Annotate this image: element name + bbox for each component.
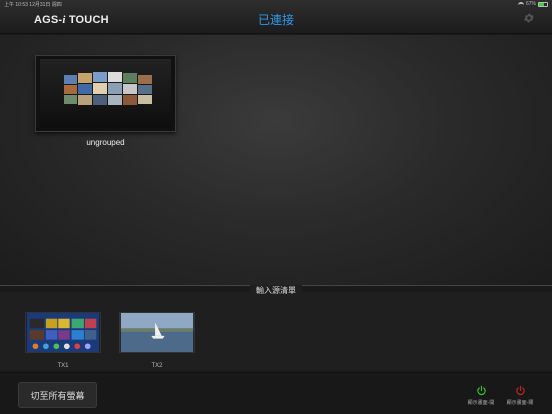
- status-time-date: 上午 10:53 12月31日 週四: [4, 2, 62, 8]
- display-on-label: 顯示畫面-開: [467, 400, 495, 406]
- source-label: TX1: [57, 363, 69, 369]
- source-item-tx2[interactable]: TX2: [119, 312, 195, 369]
- battery-percent: 67%: [525, 1, 536, 7]
- source-panel: TX1 TX2: [0, 292, 552, 370]
- power-off-icon: [515, 385, 525, 396]
- display-off-label: 顯示畫面-關: [506, 400, 534, 406]
- switch-all-screens-button[interactable]: 切至所有螢幕: [18, 382, 97, 408]
- gear-icon[interactable]: [523, 12, 535, 24]
- source-item-tx1[interactable]: TX1: [25, 312, 101, 369]
- group-card-ungrouped[interactable]: [35, 55, 176, 132]
- source-label: TX2: [151, 363, 163, 369]
- source-list-header: 輸入源清單: [0, 280, 552, 298]
- tx2-thumbnail: [119, 312, 195, 353]
- connection-status: 已連接: [257, 13, 294, 27]
- tx1-thumbnail: [25, 312, 101, 353]
- group-area: ungrouped: [0, 35, 552, 285]
- bottom-bar: 切至所有螢幕 顯示畫面-開 顯示畫面-關: [0, 372, 552, 414]
- status-bar: 上午 10:53 12月31日 週四 67%: [0, 0, 552, 9]
- power-on-icon: [476, 385, 486, 396]
- display-off-button[interactable]: 顯示畫面-關: [503, 385, 537, 406]
- video-wall-thumbnail: [40, 59, 171, 128]
- display-on-button[interactable]: 顯示畫面-開: [464, 385, 498, 406]
- battery-icon: [538, 1, 548, 7]
- wifi-icon: [517, 1, 524, 7]
- group-label: ungrouped: [86, 138, 125, 147]
